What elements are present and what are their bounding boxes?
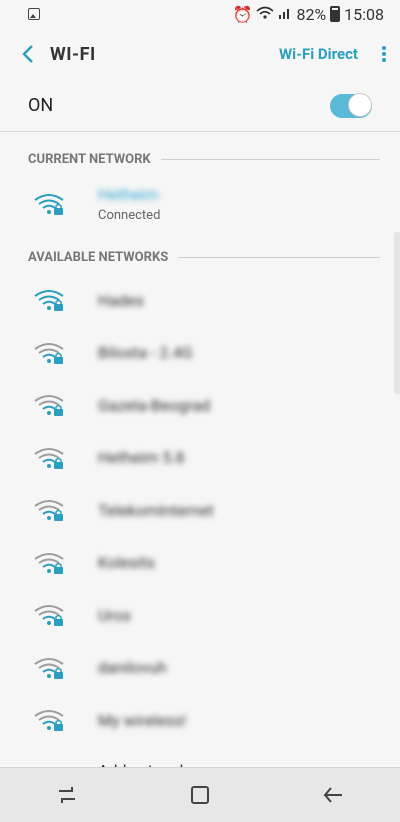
network-name: danilovuh [98,658,167,677]
more-options-button[interactable] [368,28,400,80]
current-network-item[interactable]: Hetheim Connected [0,178,400,230]
clock: 15:08 [344,4,384,24]
more-vert-icon [382,44,386,64]
network-item[interactable]: TelekomInternet [0,484,400,536]
app-bar: WI-FI Wi-Fi Direct [0,28,400,80]
network-item[interactable]: Hades [0,274,400,326]
network-name: Hades [98,290,144,310]
image-notification-icon [28,8,40,20]
wifi-toggle[interactable] [330,92,372,118]
wifi-direct-button[interactable]: Wi-Fi Direct [279,45,358,63]
wifi-secure-icon [34,395,64,416]
network-item[interactable]: danilovuh [0,642,400,694]
network-item[interactable]: Bilosta - 2.4G [0,327,400,379]
back-button[interactable] [0,28,56,80]
current-network-name: Hetheim [98,185,159,204]
recents-icon [58,787,75,803]
wifi-on-label: ON [28,95,54,116]
signal-icon [278,5,292,24]
back-nav-icon [323,787,343,803]
network-name: My wireless! [98,710,187,730]
current-network-header: CURRENT NETWORK [28,152,380,167]
network-item[interactable]: Hetheim 5.8 [0,432,400,484]
network-item[interactable]: Gazela-Beograd [0,379,400,431]
wifi-secure-icon [34,657,64,679]
current-network-label: CURRENT NETWORK [28,152,151,167]
network-name: Uros [98,605,132,625]
network-name: Bilosta - 2.4G [98,343,193,362]
wifi-secure-icon [34,500,64,521]
battery-percent: 82% [296,4,327,24]
wifi-secure-icon [34,447,64,469]
page-title: WI-FI [50,43,96,65]
available-networks-header: AVAILABLE NETWORKS [28,250,380,265]
wifi-status-icon [256,5,274,24]
home-button[interactable] [180,775,220,815]
current-network-status: Connected [98,208,161,223]
battery-icon [330,6,341,22]
back-arrow-icon [22,45,33,63]
wifi-secure-icon [34,710,64,731]
network-item[interactable]: My wireless! [0,694,400,746]
network-name: Gazela-Beograd [98,395,211,415]
alarm-icon: ⏰ [232,4,253,24]
available-networks-label: AVAILABLE NETWORKS [28,250,169,265]
wifi-toggle-row[interactable]: ON [0,80,400,132]
scroll-indicator[interactable] [394,232,400,394]
network-item[interactable]: Uros [0,589,400,641]
network-name: Kolesits [98,553,155,572]
wifi-secure-icon [34,194,64,215]
network-name: TelekomInternet [98,500,214,520]
navigation-bar [0,767,400,822]
wifi-secure-icon [34,290,64,311]
network-name: Hetheim 5.8 [98,448,185,467]
network-item[interactable]: Kolesits [0,537,400,589]
recent-apps-button[interactable] [47,775,87,815]
wifi-secure-icon [34,552,64,574]
status-bar: ⏰ 82% 15:08 [0,0,400,28]
wifi-secure-icon [34,342,64,364]
back-nav-button[interactable] [313,775,353,815]
home-icon [190,786,209,804]
wifi-secure-icon [34,605,64,626]
